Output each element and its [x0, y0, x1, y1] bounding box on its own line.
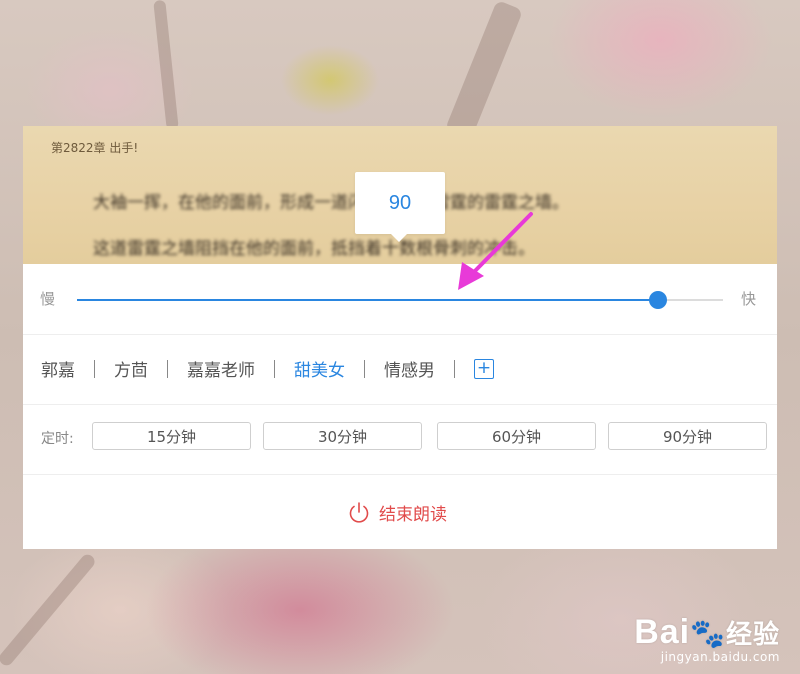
voice-row: 郭嘉 方茴 嘉嘉老师 甜美女 情感男 + — [23, 334, 777, 405]
voice-option-guojia[interactable]: 郭嘉 — [41, 356, 75, 381]
book-text-line: 这道雷霆之墙阻挡在他的面前，抵挡着十数根骨刺的冲击。 — [93, 239, 535, 259]
voice-separator — [274, 359, 275, 378]
branch-decoration — [0, 551, 98, 669]
baidu-jingyan-watermark: Bai🐾经验 jingyan.baidu.com — [634, 613, 780, 664]
voice-option-jiajia-teacher[interactable]: 嘉嘉老师 — [187, 356, 255, 381]
power-icon — [349, 501, 369, 523]
reader-panel: 第2822章 出手! 大袖一挥，在他的面前，形成一道闪烁着无尽雷霆的雷霆之墙。 … — [23, 126, 777, 549]
book-text-line: 大袖一挥，在他的面前，形成一道闪烁着无尽雷霆的雷霆之墙。 — [93, 193, 569, 213]
voice-option-sweet-female[interactable]: 甜美女 — [294, 356, 345, 381]
fast-label: 快 — [741, 290, 757, 308]
speed-slider[interactable] — [77, 291, 723, 309]
branch-decoration — [153, 0, 179, 131]
timer-90min-button[interactable]: 90分钟 — [608, 422, 767, 450]
timer-60min-button[interactable]: 60分钟 — [437, 422, 596, 450]
book-page[interactable]: 第2822章 出手! 大袖一挥，在他的面前，形成一道闪烁着无尽雷霆的雷霆之墙。 … — [23, 126, 777, 264]
speed-value-bubble: 90 — [355, 172, 445, 242]
voice-list: 郭嘉 方茴 嘉嘉老师 甜美女 情感男 + — [41, 356, 494, 381]
timer-15min-button[interactable]: 15分钟 — [92, 422, 251, 450]
branch-decoration — [444, 0, 524, 141]
end-reading-button[interactable]: 结束朗读 — [347, 500, 447, 525]
speed-slider-thumb[interactable] — [649, 291, 668, 309]
chapter-title: 第2822章 出手! — [51, 141, 139, 155]
timer-label: 定时: — [41, 431, 74, 447]
end-reading-label: 结束朗读 — [379, 505, 447, 525]
slow-label: 慢 — [40, 290, 56, 308]
timer-row: 定时: 15分钟 30分钟 60分钟 90分钟 — [23, 404, 777, 475]
timer-30min-button[interactable]: 30分钟 — [263, 422, 422, 450]
paw-icon: 🐾 — [690, 618, 726, 649]
voice-option-emotional-male[interactable]: 情感男 — [384, 356, 435, 381]
voice-option-fanghui[interactable]: 方茴 — [114, 356, 148, 381]
watermark-url: jingyan.baidu.com — [660, 650, 780, 664]
speed-row: 慢 快 — [23, 264, 777, 335]
speed-slider-fill — [77, 299, 659, 301]
tts-controls: 慢 快 郭嘉 方茴 嘉嘉老师 甜美女 情感男 + 定时: 15分钟 30分钟 6… — [23, 264, 777, 549]
voice-separator — [94, 359, 95, 378]
voice-separator — [167, 359, 168, 378]
add-voice-button[interactable]: + — [474, 358, 494, 379]
voice-separator — [364, 359, 365, 378]
end-row: 结束朗读 — [23, 474, 777, 549]
watermark-logo: Bai🐾经验 — [634, 613, 780, 651]
voice-separator — [454, 359, 455, 378]
